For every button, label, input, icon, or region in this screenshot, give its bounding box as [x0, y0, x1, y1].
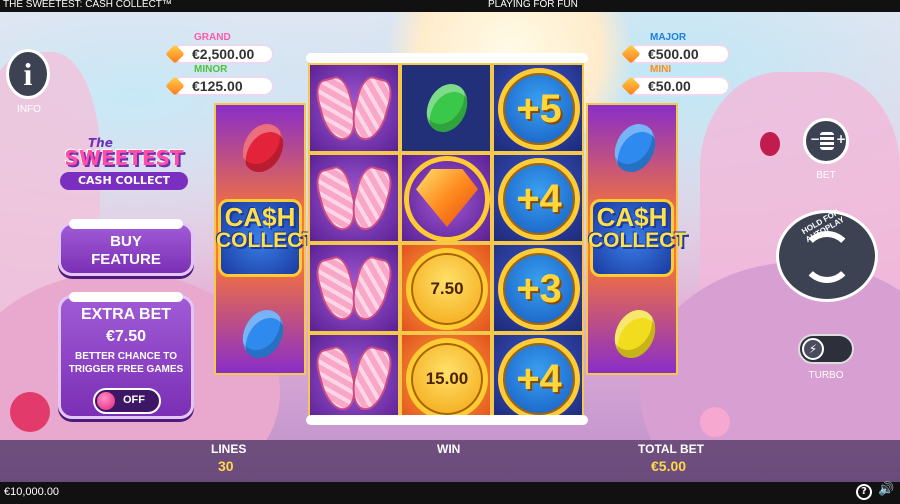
blue-jellybean-icon: [607, 117, 663, 179]
total-bet-label: TOTAL BET: [638, 442, 704, 456]
reel-cell: +5: [492, 63, 584, 153]
spin-button[interactable]: HOLD FOR AUTOPLAY: [776, 207, 878, 302]
reel-cell: [308, 243, 400, 333]
jackpot-major-label: MAJOR: [650, 32, 687, 43]
coin-value: 15.00: [425, 369, 469, 388]
info-button[interactable]: i: [6, 49, 50, 99]
cash-collect-symbol: CA$H COLLECT: [588, 202, 688, 252]
multiplier-coin: +3: [498, 248, 580, 330]
extra-bet-desc-1: BETTER CHANCE TO: [74, 351, 178, 362]
logo-sub: CASH COLLECT: [60, 172, 188, 190]
toggle-knob: [97, 392, 115, 410]
reel-cell: [308, 333, 400, 423]
turbo-toggle[interactable]: ⚡: [798, 334, 854, 364]
lines-value: 30: [218, 458, 234, 474]
status-bar: €10,000.00: [0, 482, 900, 504]
cash-coin: 15.00: [406, 338, 488, 420]
reel-cell: [400, 153, 492, 243]
multiplier-coin: +5: [498, 68, 580, 150]
reel-cell: [308, 153, 400, 243]
bet-button[interactable]: − +: [803, 118, 849, 164]
coin-multiplier: +3: [516, 266, 562, 311]
game-logo: The SWEETEST CASH COLLECT: [54, 132, 194, 196]
top-bar: THE SWEETEST: CASH COLLECT™ PLAYING FOR …: [0, 0, 900, 12]
lines-label: LINES: [211, 442, 247, 456]
extra-bet-desc-2: TRIGGER FREE GAMES: [68, 364, 184, 375]
green-jellybean-icon: [419, 77, 475, 139]
total-bet-value: €5.00: [651, 458, 687, 474]
info-icon: i: [23, 56, 33, 92]
spin-arrows-icon: [801, 231, 853, 283]
multiplier-coin: +4: [498, 158, 580, 240]
turbo-label: TURBO: [808, 370, 844, 381]
coin-multiplier: +4: [516, 176, 562, 221]
reel-cell: [400, 63, 492, 153]
reel-cell: [308, 63, 400, 153]
lightning-icon: ⚡: [802, 338, 824, 360]
reel-cell: +4: [492, 153, 584, 243]
logo-main: SWEETEST: [64, 146, 184, 170]
reel-grid: CA$H COLLECT 7.50 15.00 +5 +4 +3 +4 CA$H…: [214, 53, 688, 425]
jackpot-grand-label: GRAND: [194, 32, 231, 43]
extra-bet-toggle[interactable]: OFF: [93, 388, 161, 414]
reel-cell: 7.50: [400, 243, 492, 333]
buy-feature-button[interactable]: BUY FEATURE: [58, 219, 194, 276]
buy-feature-line2: FEATURE: [91, 251, 161, 268]
info-label: INFO: [17, 104, 41, 115]
candy-heart-icon: [312, 71, 396, 147]
extra-bet-amount: €7.50: [105, 328, 147, 345]
play-mode: PLAYING FOR FUN: [488, 0, 578, 10]
reel-side-right: CA$H COLLECT: [586, 103, 688, 375]
candy-heart-icon: [312, 341, 396, 417]
candy-heart-icon: [312, 161, 396, 237]
reel-side-left: CA$H COLLECT: [214, 103, 316, 375]
bet-label: BET: [816, 170, 836, 181]
multiplier-coin: +4: [498, 338, 580, 420]
info-bar: LINES 30 WIN TOTAL BET €5.00: [0, 440, 900, 482]
reel-cell: 15.00: [400, 333, 492, 423]
blue-jellybean-icon: [235, 303, 291, 365]
help-icon[interactable]: ?: [856, 484, 872, 500]
sound-icon[interactable]: 🔊: [878, 483, 894, 500]
cash-coin: 7.50: [406, 248, 488, 330]
reel-cell: +4: [492, 333, 584, 423]
coin-multiplier: +5: [516, 86, 562, 131]
plus-icon: +: [836, 132, 847, 146]
balance: €10,000.00: [4, 486, 60, 498]
buy-feature-line1: BUY: [110, 233, 142, 250]
win-label: WIN: [437, 442, 461, 456]
game-title: THE SWEETEST: CASH COLLECT™: [3, 0, 172, 10]
extra-bet-panel: EXTRA BET €7.50 BETTER CHANCE TO TRIGGER…: [58, 292, 194, 419]
red-jellybean-icon: [235, 117, 291, 179]
candy-heart-icon: [312, 251, 396, 327]
cash-collect-symbol: CA$H COLLECT: [216, 202, 316, 252]
reel-cell: +3: [492, 243, 584, 333]
extra-bet-title: EXTRA BET: [80, 306, 172, 323]
extra-bet-toggle-state: OFF: [123, 394, 145, 406]
coin-value: 7.50: [430, 279, 464, 298]
coin-multiplier: +4: [516, 356, 562, 401]
coins-icon: [820, 132, 834, 150]
minus-icon: −: [810, 132, 821, 146]
yellow-jellybean-icon: [607, 303, 663, 365]
